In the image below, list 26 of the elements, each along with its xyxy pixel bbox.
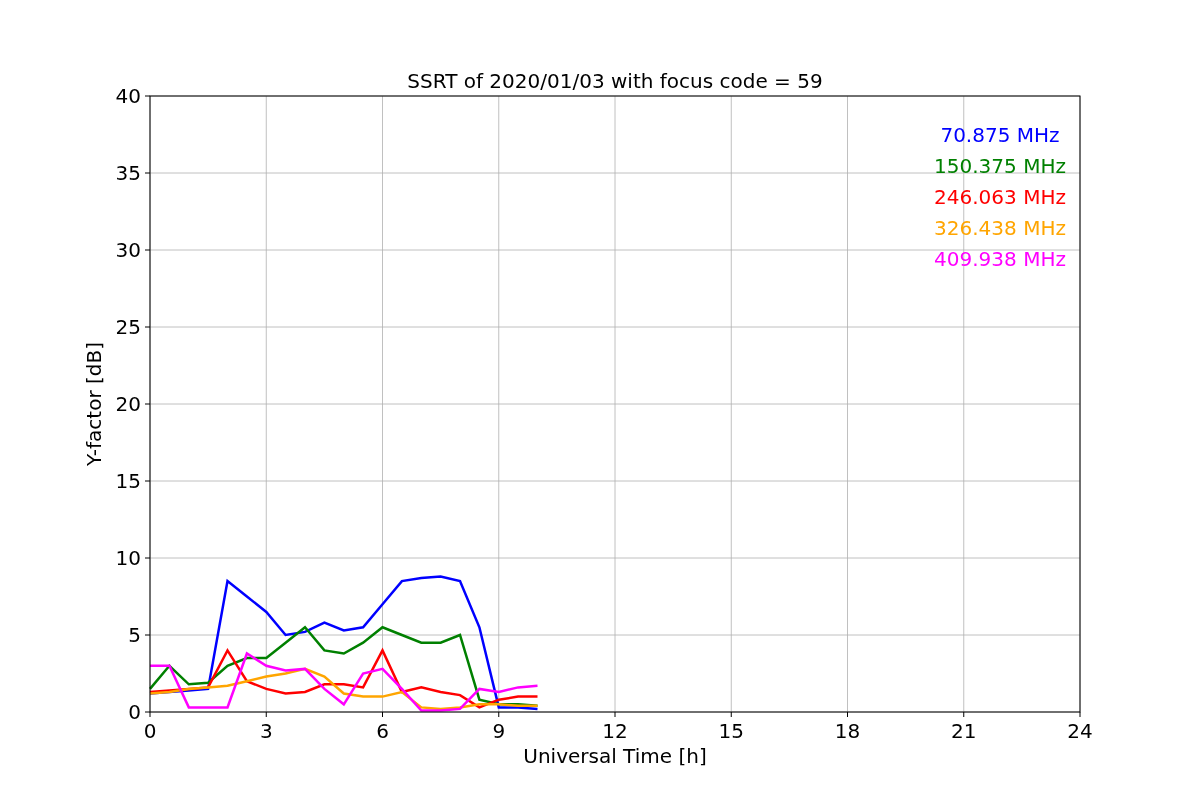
y-tick-label: 35 bbox=[115, 161, 141, 185]
y-tick-label: 20 bbox=[115, 392, 141, 416]
x-tick-label: 12 bbox=[602, 719, 628, 743]
x-tick-label: 3 bbox=[259, 719, 273, 743]
legend-label: 409.938 MHz bbox=[934, 247, 1066, 271]
legend-label: 246.063 MHz bbox=[934, 185, 1066, 209]
legend-label: 150.375 MHz bbox=[934, 154, 1066, 178]
x-tick-label: 18 bbox=[834, 719, 861, 743]
x-tick-label: 15 bbox=[718, 719, 744, 743]
x-tick-label: 24 bbox=[1067, 719, 1093, 743]
y-tick-label: 25 bbox=[115, 315, 141, 339]
y-tick-label: 0 bbox=[128, 700, 141, 724]
y-axis-label: Y-factor [dB] bbox=[82, 342, 106, 466]
legend-label: 70.875 MHz bbox=[940, 123, 1060, 147]
y-tick-label: 40 bbox=[115, 84, 141, 108]
x-tick-label: 9 bbox=[492, 719, 506, 743]
x-tick-label: 21 bbox=[951, 719, 977, 743]
legend-label: 326.438 MHz bbox=[934, 216, 1066, 240]
y-tick-label: 15 bbox=[115, 469, 141, 493]
y-tick-label: 30 bbox=[115, 238, 141, 262]
chart-title: SSRT of 2020/01/03 with focus code = 59 bbox=[407, 69, 823, 93]
y-tick-label: 10 bbox=[115, 546, 141, 570]
x-tick-label: 0 bbox=[143, 719, 157, 743]
x-axis-label: Universal Time [h] bbox=[523, 744, 707, 768]
y-tick-label: 5 bbox=[128, 623, 141, 647]
x-tick-label: 6 bbox=[376, 719, 389, 743]
